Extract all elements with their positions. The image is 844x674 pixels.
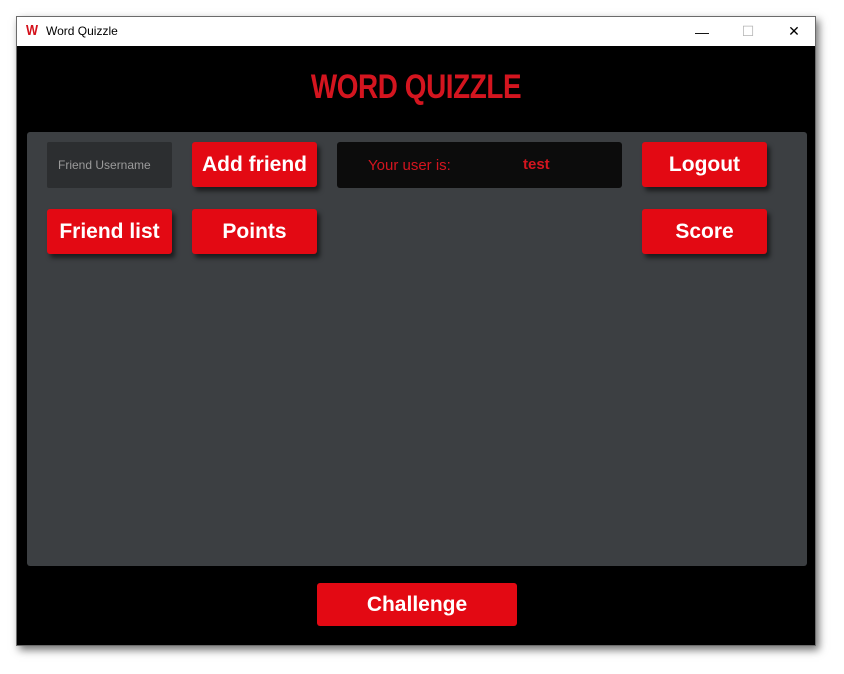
- user-info-box: Your user is: test: [337, 142, 622, 188]
- username-value: test: [523, 156, 550, 173]
- friend-list-button[interactable]: Friend list: [47, 209, 172, 254]
- user-info-label: Your user is:: [368, 157, 451, 174]
- maximize-icon: ☐: [741, 23, 755, 39]
- main-panel: Friend Username Add friend Your user is:…: [27, 132, 807, 566]
- minimize-icon: —: [695, 23, 709, 40]
- logout-button[interactable]: Logout: [642, 142, 767, 187]
- score-button[interactable]: Score: [642, 209, 767, 254]
- window-title: Word Quizzle: [46, 24, 118, 38]
- app-logo-icon: W: [26, 22, 39, 39]
- add-friend-button[interactable]: Add friend: [192, 142, 317, 187]
- points-button[interactable]: Points: [192, 209, 317, 254]
- app-logo-title: WORD QUIZZLE: [310, 68, 522, 106]
- title-bar[interactable]: W Word Quizzle — ☐ ✕: [17, 17, 815, 46]
- close-button[interactable]: ✕: [771, 17, 817, 46]
- minimize-button[interactable]: —: [679, 17, 725, 46]
- maximize-button[interactable]: ☐: [725, 17, 771, 46]
- app-window: W Word Quizzle — ☐ ✕ WORD QUIZZLE Friend…: [16, 16, 816, 646]
- challenge-button[interactable]: Challenge: [317, 583, 517, 626]
- friend-username-input[interactable]: Friend Username: [47, 142, 172, 188]
- main-content: WORD QUIZZLE Friend Username Add friend …: [17, 46, 815, 645]
- close-icon: ✕: [788, 23, 800, 39]
